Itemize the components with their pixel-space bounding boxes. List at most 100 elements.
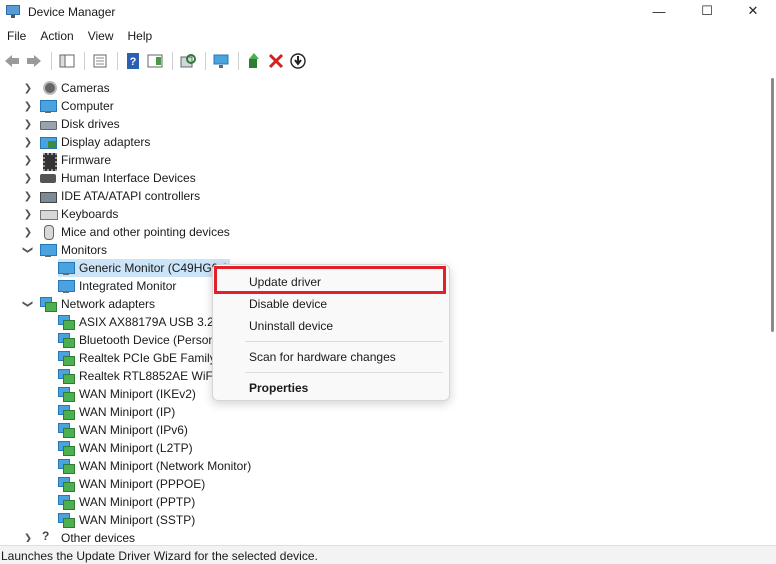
tree-item-network-device[interactable]: Realtek PCIe GbE Family bbox=[58, 349, 216, 367]
tree-item-network-device[interactable]: WAN Miniport (PPPOE) bbox=[58, 475, 205, 493]
collapse-chevron-icon[interactable]: ❯ bbox=[19, 298, 37, 310]
menu-file[interactable]: File bbox=[0, 26, 33, 46]
device-manager-icon bbox=[6, 5, 22, 19]
title-bar: Device Manager — ☐ ✕ bbox=[0, 0, 776, 24]
toolbar: ? bbox=[0, 49, 776, 73]
tree-item-network-device[interactable]: WAN Miniport (SSTP) bbox=[58, 511, 195, 529]
monitor-icon bbox=[58, 261, 75, 275]
tree-item-mice[interactable]: Mice and other pointing devices bbox=[40, 223, 230, 241]
forward-icon[interactable] bbox=[24, 51, 44, 71]
ide-icon bbox=[40, 189, 57, 203]
tree-item-network-device[interactable]: ASIX AX88179A USB 3.2 G bbox=[58, 313, 226, 331]
scan-hardware-icon[interactable] bbox=[178, 51, 198, 71]
expand-chevron-icon[interactable]: ❯ bbox=[22, 169, 34, 187]
tree-item-disk-drives[interactable]: Disk drives bbox=[40, 115, 120, 133]
chip-icon bbox=[40, 153, 57, 171]
status-text: Launches the Update Driver Wizard for th… bbox=[1, 549, 318, 563]
other-device-icon bbox=[40, 529, 56, 542]
menu-view[interactable]: View bbox=[81, 26, 121, 46]
camera-icon bbox=[40, 81, 57, 95]
tree-item-display-adapters[interactable]: Display adapters bbox=[40, 133, 150, 151]
monitor-icon bbox=[58, 279, 75, 293]
toolbar-separator bbox=[84, 52, 85, 70]
tree-item-ide-controllers[interactable]: IDE ATA/ATAPI controllers bbox=[40, 187, 200, 205]
expand-chevron-icon[interactable]: ❯ bbox=[22, 97, 34, 115]
tree-item-generic-monitor[interactable]: Generic Monitor (C49HG9x) bbox=[58, 259, 231, 277]
tree-item-human-interface-devices[interactable]: Human Interface Devices bbox=[40, 169, 196, 187]
update-driver-icon[interactable] bbox=[244, 51, 264, 71]
network-icon bbox=[58, 315, 75, 330]
properties-icon[interactable] bbox=[90, 51, 110, 71]
network-icon bbox=[58, 351, 75, 366]
network-icon bbox=[58, 423, 75, 438]
network-icon bbox=[58, 405, 75, 420]
disk-icon bbox=[40, 117, 57, 131]
minimize-button[interactable]: — bbox=[636, 0, 682, 22]
collapse-chevron-icon[interactable]: ❯ bbox=[19, 244, 37, 256]
close-button[interactable]: ✕ bbox=[730, 0, 776, 22]
network-icon bbox=[58, 387, 75, 402]
expand-chevron-icon[interactable]: ❯ bbox=[22, 133, 34, 151]
menu-bar: File Action View Help bbox=[0, 26, 159, 46]
action-pane-icon[interactable] bbox=[145, 51, 165, 71]
scrollbar[interactable] bbox=[771, 78, 774, 332]
tree-item-monitors[interactable]: Monitors bbox=[40, 241, 107, 259]
tree-item-network-device[interactable]: WAN Miniport (Network Monitor) bbox=[58, 457, 251, 475]
menu-item-properties[interactable]: Properties bbox=[213, 378, 449, 398]
toolbar-separator bbox=[117, 52, 118, 70]
window-title: Device Manager bbox=[28, 5, 116, 19]
tree-item-computer[interactable]: Computer bbox=[40, 97, 114, 115]
toolbar-separator bbox=[205, 52, 206, 70]
tree-item-network-adapters[interactable]: Network adapters bbox=[40, 295, 155, 313]
expand-chevron-icon[interactable]: ❯ bbox=[22, 529, 34, 543]
show-hide-console-tree-icon[interactable] bbox=[57, 51, 77, 71]
tree-item-network-device[interactable]: WAN Miniport (L2TP) bbox=[58, 439, 193, 457]
device-manager-window: Device Manager — ☐ ✕ File Action View He… bbox=[0, 0, 776, 564]
menu-item-uninstall-device[interactable]: Uninstall device bbox=[213, 316, 449, 336]
network-icon bbox=[58, 369, 75, 384]
network-icon bbox=[58, 459, 75, 474]
tree-item-network-device[interactable]: WAN Miniport (PPTP) bbox=[58, 493, 195, 511]
toolbar-separator bbox=[238, 52, 239, 70]
menu-help[interactable]: Help bbox=[121, 26, 160, 46]
back-icon[interactable] bbox=[2, 51, 22, 71]
tree-item-network-device[interactable]: WAN Miniport (IP) bbox=[58, 403, 175, 421]
network-icon bbox=[40, 297, 57, 312]
tree-item-network-device[interactable]: WAN Miniport (IPv6) bbox=[58, 421, 188, 439]
menu-item-disable-device[interactable]: Disable device bbox=[213, 294, 449, 314]
help-icon[interactable]: ? bbox=[123, 51, 143, 71]
maximize-button[interactable]: ☐ bbox=[684, 0, 730, 22]
menu-item-scan-hardware[interactable]: Scan for hardware changes bbox=[213, 347, 449, 367]
download-icon[interactable] bbox=[288, 51, 308, 71]
display-adapter-icon bbox=[40, 135, 57, 149]
status-bar: Launches the Update Driver Wizard for th… bbox=[0, 545, 776, 564]
menu-separator bbox=[245, 341, 443, 342]
menu-action[interactable]: Action bbox=[33, 26, 80, 46]
expand-chevron-icon[interactable]: ❯ bbox=[22, 79, 34, 97]
keyboard-icon bbox=[40, 207, 58, 221]
expand-chevron-icon[interactable]: ❯ bbox=[22, 115, 34, 133]
tree-item-keyboards[interactable]: Keyboards bbox=[40, 205, 118, 223]
network-icon bbox=[58, 477, 75, 492]
tree-item-network-device[interactable]: Realtek RTL8852AE WiFi 6 bbox=[58, 367, 226, 385]
expand-chevron-icon[interactable]: ❯ bbox=[22, 205, 34, 223]
monitor-icon[interactable] bbox=[211, 51, 231, 71]
expand-chevron-icon[interactable]: ❯ bbox=[22, 151, 34, 169]
tree-item-firmware[interactable]: Firmware bbox=[40, 151, 111, 171]
expand-chevron-icon[interactable]: ❯ bbox=[22, 187, 34, 205]
menu-separator bbox=[245, 372, 443, 373]
toolbar-separator bbox=[51, 52, 52, 70]
tree-item-integrated-monitor[interactable]: Integrated Monitor bbox=[58, 277, 176, 295]
toolbar-separator bbox=[172, 52, 173, 70]
expand-chevron-icon[interactable]: ❯ bbox=[22, 223, 34, 241]
svg-text:?: ? bbox=[130, 56, 137, 68]
hid-icon bbox=[40, 171, 56, 185]
tree-item-cameras[interactable]: Cameras bbox=[40, 79, 110, 97]
mouse-icon bbox=[40, 225, 56, 240]
tree-item-network-device[interactable]: Bluetooth Device (Person bbox=[58, 331, 215, 349]
highlight-box bbox=[214, 266, 446, 294]
uninstall-icon[interactable] bbox=[266, 51, 286, 71]
network-icon bbox=[58, 333, 75, 348]
tree-item-other-devices[interactable]: Other devices bbox=[40, 529, 135, 542]
tree-item-network-device[interactable]: WAN Miniport (IKEv2) bbox=[58, 385, 196, 403]
